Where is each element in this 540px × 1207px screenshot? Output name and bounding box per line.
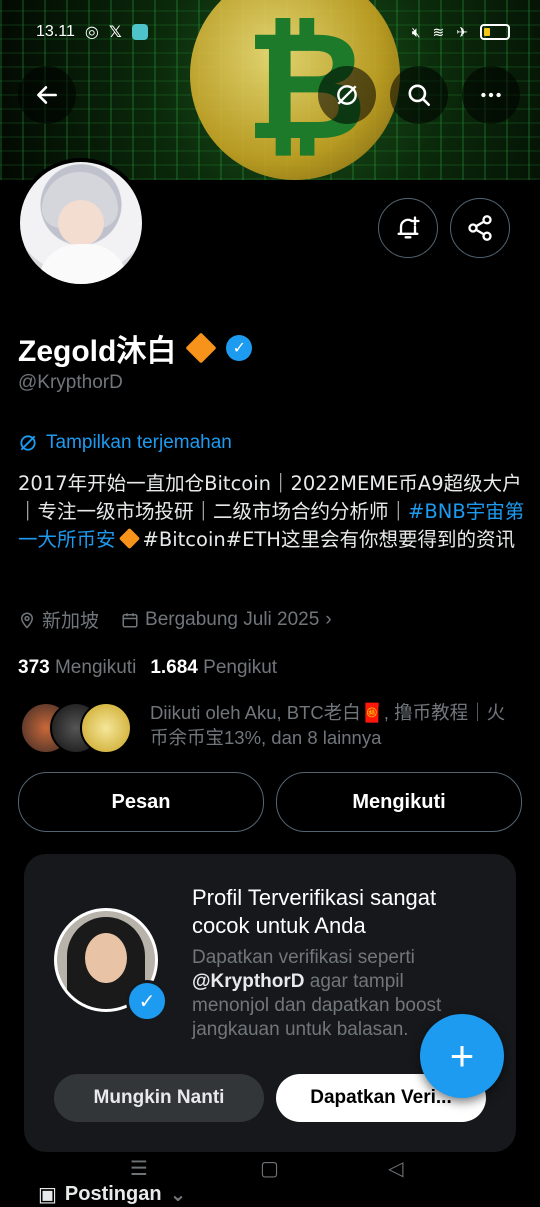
tab-posts-label: Postingan	[64, 1183, 162, 1205]
wifi-icon: ≋	[432, 23, 445, 40]
plus-icon: +	[449, 1032, 475, 1079]
recents-icon[interactable]: ☰	[130, 1156, 148, 1181]
verified-badge-icon[interactable]: ✓	[226, 335, 253, 361]
translate-icon	[337, 85, 357, 105]
airplane-icon: ✈	[456, 23, 468, 40]
chevron-right-icon: ›	[325, 608, 332, 630]
verified-badge-icon: ✓	[126, 980, 168, 1022]
followed-by-text: Diikuti oleh Aku, BTC老白🧧, 撸币教程｜火币余币宝13%,…	[150, 702, 506, 748]
bell-plus-icon	[397, 216, 420, 239]
mutual-avatar	[80, 702, 132, 754]
profile-bio: 2017年开始一直加仓Bitcoin｜2022MEME币A9超级大户｜专注一级市…	[18, 470, 526, 554]
location: 新加坡	[18, 606, 99, 633]
promo-avatar-face	[85, 933, 127, 983]
verified-promo-card: ✓ Profil Terverifikasi sangat cocok untu…	[24, 854, 516, 1152]
join-date[interactable]: Bergabung Juli 2025 ›	[121, 609, 332, 631]
back-button[interactable]	[18, 66, 76, 124]
diamond-icon	[185, 332, 217, 364]
following-count: 373	[18, 657, 50, 678]
back-nav-icon[interactable]: ◁	[388, 1156, 403, 1181]
profile-avatar[interactable]	[16, 158, 146, 288]
posts-icon: ▣	[38, 1184, 57, 1206]
chevron-down-icon: ⌄	[169, 1184, 187, 1206]
show-translation-link[interactable]: Tampilkan terjemahan	[18, 432, 232, 454]
following-button[interactable]: Mengikuti	[276, 772, 522, 832]
maybe-later-button[interactable]: Mungkin Nanti	[54, 1074, 264, 1122]
followers-stat[interactable]: 1.684 Pengikut	[150, 657, 277, 679]
diamond-icon	[118, 527, 140, 550]
more-icon	[481, 92, 501, 98]
search-button[interactable]	[390, 66, 448, 124]
more-button[interactable]	[462, 66, 520, 124]
bio-text-2: #Bitcoin#ETH这里会有你想要得到的资讯	[142, 528, 515, 551]
follow-stats: 373 Mengikuti 1.684 Pengikut	[18, 657, 277, 679]
profile-name-row: Zegold沐白 ✓	[18, 326, 253, 370]
share-button[interactable]	[450, 198, 510, 258]
mute-icon: 🔇︎	[411, 23, 421, 40]
avatar-face	[58, 200, 104, 246]
promo-desc-before: Dapatkan verifikasi seperti	[192, 947, 415, 968]
following-label: Mengikuti	[54, 657, 137, 678]
message-button[interactable]: Pesan	[18, 772, 264, 832]
location-label: 新加坡	[42, 611, 100, 632]
profile-handle: @KrypthorD	[18, 372, 123, 393]
followers-label: Pengikut	[203, 657, 278, 678]
following-stat[interactable]: 373 Mengikuti	[18, 657, 136, 679]
share-icon	[468, 215, 492, 241]
profile-meta: 新加坡 Bergabung Juli 2025 ›	[18, 606, 332, 633]
translate-icon	[20, 435, 36, 451]
whatsapp-icon: ◎	[84, 24, 99, 41]
location-pin-icon	[20, 612, 34, 629]
home-icon[interactable]: ▢	[260, 1156, 279, 1181]
compose-fab[interactable]: +	[420, 1014, 504, 1098]
profile-name: Zegold沐白	[18, 335, 177, 368]
tab-posts[interactable]: ▣ Postingan ⌄	[38, 1182, 186, 1207]
followed-by-row[interactable]: Diikuti oleh Aku, BTC老白🧧, 撸币教程｜火币余币宝13%,…	[20, 700, 510, 754]
notification-button[interactable]	[378, 198, 438, 258]
followers-count: 1.684	[150, 657, 198, 678]
calendar-icon	[122, 612, 138, 627]
promo-title: Profil Terverifikasi sangat cocok untuk …	[192, 885, 437, 938]
translate-button[interactable]	[318, 66, 376, 124]
search-icon	[408, 84, 431, 107]
join-date-label: Bergabung Juli 2025	[145, 608, 320, 630]
show-translation-label: Tampilkan terjemahan	[46, 432, 232, 453]
battery-icon	[480, 24, 510, 40]
status-bar: 13.11 ◎ 𝕏 🔇︎ ≋ ✈	[36, 20, 510, 44]
arrow-left-icon	[37, 86, 57, 104]
x-icon: 𝕏	[108, 24, 122, 41]
avatar-body	[38, 244, 128, 284]
app-icon	[131, 24, 148, 40]
promo-desc-handle: @KrypthorD	[192, 971, 305, 992]
status-time: 13.11	[36, 23, 75, 40]
